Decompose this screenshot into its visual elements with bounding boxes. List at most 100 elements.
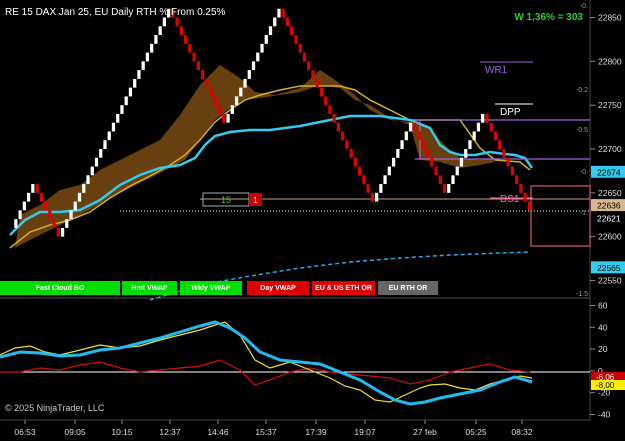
- renko-brick: [239, 87, 243, 97]
- renko-brick: [256, 52, 260, 62]
- renko-brick: [137, 70, 141, 79]
- price-badge-label: 22565: [597, 263, 621, 273]
- osc-badge-label: -8,00: [596, 381, 615, 390]
- renko-brick: [77, 192, 82, 202]
- price-tick-label: 22850: [598, 13, 622, 23]
- renko-brick: [353, 157, 357, 167]
- renko-brick: [493, 131, 498, 141]
- button-day-vwap[interactable]: Day VWAP: [247, 281, 309, 295]
- button-eu-rth-or[interactable]: EU RTH OR: [378, 281, 438, 295]
- wr1-label: WR1: [485, 65, 508, 76]
- renko-brick: [485, 113, 489, 123]
- renko-brick: [120, 105, 124, 114]
- renko-brick: [107, 131, 111, 141]
- button-fast-cloud-bo[interactable]: Fast Cloud BO: [0, 281, 120, 295]
- renko-brick: [56, 227, 60, 237]
- renko-brick: [285, 17, 290, 27]
- renko-brick: [209, 87, 213, 97]
- renko-brick: [358, 166, 362, 176]
- time-tick-label: 10:15: [111, 427, 133, 437]
- time-tick-label: 17:39: [305, 427, 327, 437]
- renko-brick: [324, 96, 328, 106]
- renko-brick: [217, 105, 222, 114]
- renko-brick: [230, 105, 234, 114]
- renko-brick: [447, 184, 451, 193]
- renko-brick: [396, 149, 400, 158]
- renko-brick: [290, 26, 294, 36]
- percent-scale-label: -1.5: [576, 291, 588, 298]
- percent-scale-label: -0.5: [576, 127, 588, 134]
- renko-brick: [175, 17, 179, 27]
- chart-title: RE 15 DAX Jan 25, EU Daily RTH % From 0.…: [5, 7, 226, 18]
- dpp-label: DPP: [500, 107, 521, 118]
- renko-brick: [116, 113, 120, 123]
- renko-brick: [124, 96, 128, 106]
- pnl-display: W 1,36% = 303: [514, 12, 583, 23]
- copyright-text: © 2025 NinjaTrader, LLC: [5, 403, 105, 413]
- price-tick-label: 22750: [598, 100, 622, 110]
- renko-brick: [145, 52, 150, 62]
- renko-brick: [14, 219, 18, 228]
- renko-brick: [264, 35, 268, 44]
- renko-brick: [111, 122, 116, 132]
- renko-brick: [468, 140, 472, 149]
- renko-brick: [476, 122, 481, 132]
- osc-tick-label: 20: [598, 344, 608, 354]
- renko-brick: [158, 26, 162, 36]
- renko-brick: [243, 78, 247, 88]
- renko-brick: [442, 184, 447, 193]
- renko-brick: [464, 149, 468, 158]
- renko-brick: [179, 26, 183, 36]
- renko-brick: [366, 184, 370, 193]
- renko-brick: [434, 166, 438, 176]
- renko-brick: [472, 131, 476, 141]
- renko-brick: [332, 113, 336, 123]
- renko-chart[interactable]: 15 1 WR1 DPP DS1 RE 15 DAX Jan 25, EU Da…: [0, 0, 625, 441]
- price-badge-label: 22621: [597, 214, 621, 224]
- renko-brick: [294, 35, 298, 44]
- renko-brick: [362, 175, 366, 185]
- renko-brick: [400, 140, 404, 149]
- renko-brick: [128, 87, 133, 97]
- renko-brick: [523, 192, 527, 202]
- renko-brick: [349, 149, 353, 158]
- time-tick-label: 06:53: [14, 427, 36, 437]
- renko-brick: [455, 166, 459, 176]
- button-wkly-vwap[interactable]: Wkly VWAP: [180, 281, 242, 295]
- renko-brick: [498, 140, 502, 149]
- time-tick-label: 08:32: [511, 427, 533, 437]
- renko-brick: [387, 166, 391, 176]
- renko-brick: [489, 122, 493, 132]
- price-tick-label: 22600: [598, 232, 622, 242]
- osc-tick-label: -40: [598, 410, 611, 420]
- renko-brick: [408, 122, 413, 132]
- percent-scale-label: -0.: [580, 3, 588, 10]
- renko-brick: [18, 210, 22, 220]
- renko-brick: [311, 70, 315, 79]
- renko-brick: [188, 43, 192, 53]
- oscillator-badges: -6,06-8,00: [591, 372, 625, 390]
- renko-brick: [154, 35, 158, 44]
- renko-brick: [260, 43, 264, 53]
- renko-brick: [226, 113, 230, 123]
- renko-brick: [438, 175, 442, 185]
- renko-brick: [22, 201, 26, 211]
- renko-brick: [82, 184, 86, 193]
- renko-brick: [73, 201, 77, 211]
- price-tick-label: 22800: [598, 56, 622, 66]
- button-hmt-vwap[interactable]: Hmt VWAP: [122, 281, 177, 295]
- renko-brick: [43, 201, 48, 211]
- price-badge-label: 22636: [597, 201, 621, 211]
- price-tick-label: 22650: [598, 188, 622, 198]
- renko-brick: [374, 192, 379, 202]
- renko-brick: [222, 113, 226, 123]
- renko-brick: [302, 52, 307, 62]
- renko-brick: [133, 78, 137, 88]
- renko-brick: [141, 61, 145, 71]
- button-eu-us-eth-or[interactable]: EU & US ETH OR: [312, 281, 375, 295]
- renko-brick: [519, 184, 523, 193]
- renko-brick: [370, 192, 374, 202]
- renko-brick: [413, 122, 417, 132]
- renko-brick: [184, 35, 188, 44]
- renko-brick: [404, 131, 408, 141]
